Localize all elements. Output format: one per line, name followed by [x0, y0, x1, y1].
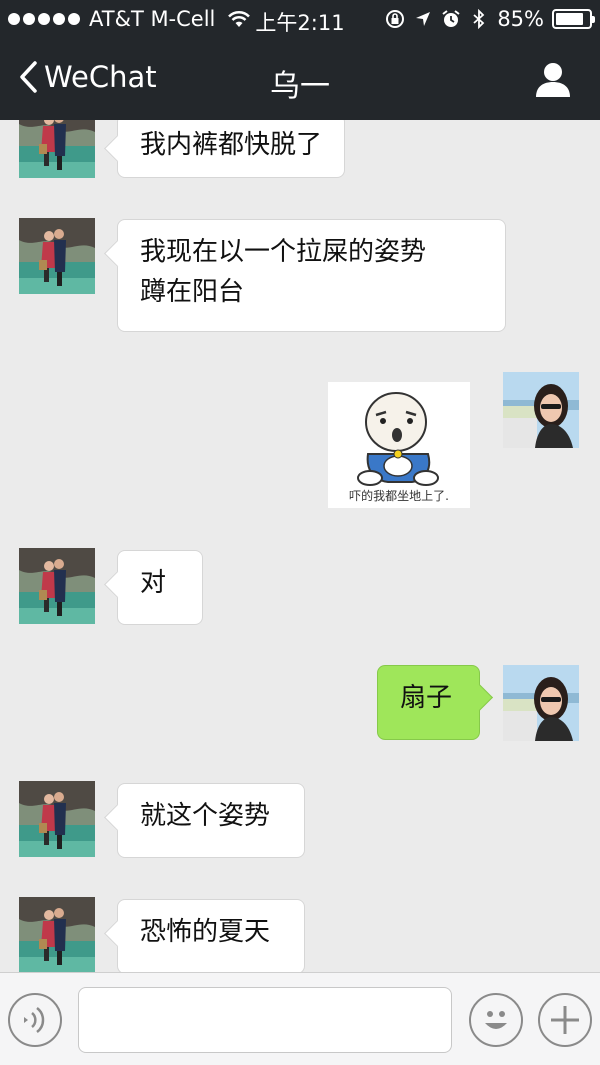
contact-avatar-image: [19, 218, 95, 294]
message-input[interactable]: [78, 987, 452, 1053]
battery-icon: [552, 9, 595, 29]
contact-avatar[interactable]: [19, 218, 95, 294]
message-text: 我内裤都快脱了: [140, 130, 323, 160]
sticker-message[interactable]: 吓的我都坐地上了.: [328, 382, 470, 508]
emoji-button[interactable]: [469, 993, 523, 1047]
message-bubble-incoming[interactable]: 恐怖的夏天: [117, 899, 305, 972]
location-icon: [416, 12, 431, 26]
emoji-icon: [485, 1011, 507, 1029]
status-right: 85%: [385, 7, 595, 31]
plus-icon: [551, 1006, 579, 1034]
contact-avatar-image: [19, 548, 95, 624]
message-text: 就这个姿势: [140, 801, 271, 831]
contact-avatar-image: [19, 781, 95, 857]
message-text-line: 我现在以一个拉屎的姿势: [140, 237, 427, 267]
orientation-lock-icon: [386, 10, 405, 28]
message-text: 扇子: [400, 683, 453, 713]
self-avatar-image: [503, 372, 579, 448]
message-bubble-incoming[interactable]: 我内裤都快脱了: [117, 120, 346, 178]
voice-toggle-icon: [24, 1007, 45, 1033]
message-bubble-incoming[interactable]: 我现在以一个拉屎的姿势 蹲在阳台: [117, 219, 506, 332]
person-icon: [536, 63, 570, 97]
battery-percent: 85%: [497, 7, 544, 31]
message-text: 对: [140, 568, 167, 598]
message-text: 恐怖的夏天: [140, 917, 271, 947]
self-avatar[interactable]: [503, 665, 579, 741]
alarm-icon: [442, 10, 460, 27]
self-avatar-image: [503, 665, 579, 741]
message-bubble-incoming[interactable]: 就这个姿势: [117, 783, 305, 858]
chat-messages[interactable]: 我内裤都快脱了 我现在以一个拉屎的姿势 蹲在阳台 吓的我都坐地上了. 对 扇子 …: [0, 120, 600, 972]
contact-avatar[interactable]: [19, 548, 95, 624]
battery-fill: [556, 13, 584, 25]
message-text-line: 蹲在阳台: [140, 277, 245, 307]
self-avatar[interactable]: [503, 372, 579, 448]
bluetooth-icon: [473, 9, 485, 29]
more-options-button[interactable]: [538, 993, 592, 1047]
message-bubble-incoming[interactable]: 对: [117, 550, 203, 625]
status-bar: AT&T M-Cell 上午2:11 85%: [0, 0, 600, 40]
nav-bar: WeChat 乌一: [0, 40, 600, 120]
chat-info-button[interactable]: [534, 60, 572, 98]
contact-avatar[interactable]: [19, 897, 95, 972]
contact-avatar-image: [19, 897, 95, 972]
input-bar: [0, 972, 600, 1065]
message-bubble-outgoing[interactable]: 扇子: [377, 665, 480, 740]
voice-toggle-button[interactable]: [8, 993, 62, 1047]
contact-avatar-image: [19, 120, 95, 178]
contact-avatar[interactable]: [19, 120, 95, 178]
sticker-caption: 吓的我都坐地上了.: [349, 489, 449, 503]
contact-avatar[interactable]: [19, 781, 95, 857]
chat-title: 乌一: [270, 69, 330, 104]
